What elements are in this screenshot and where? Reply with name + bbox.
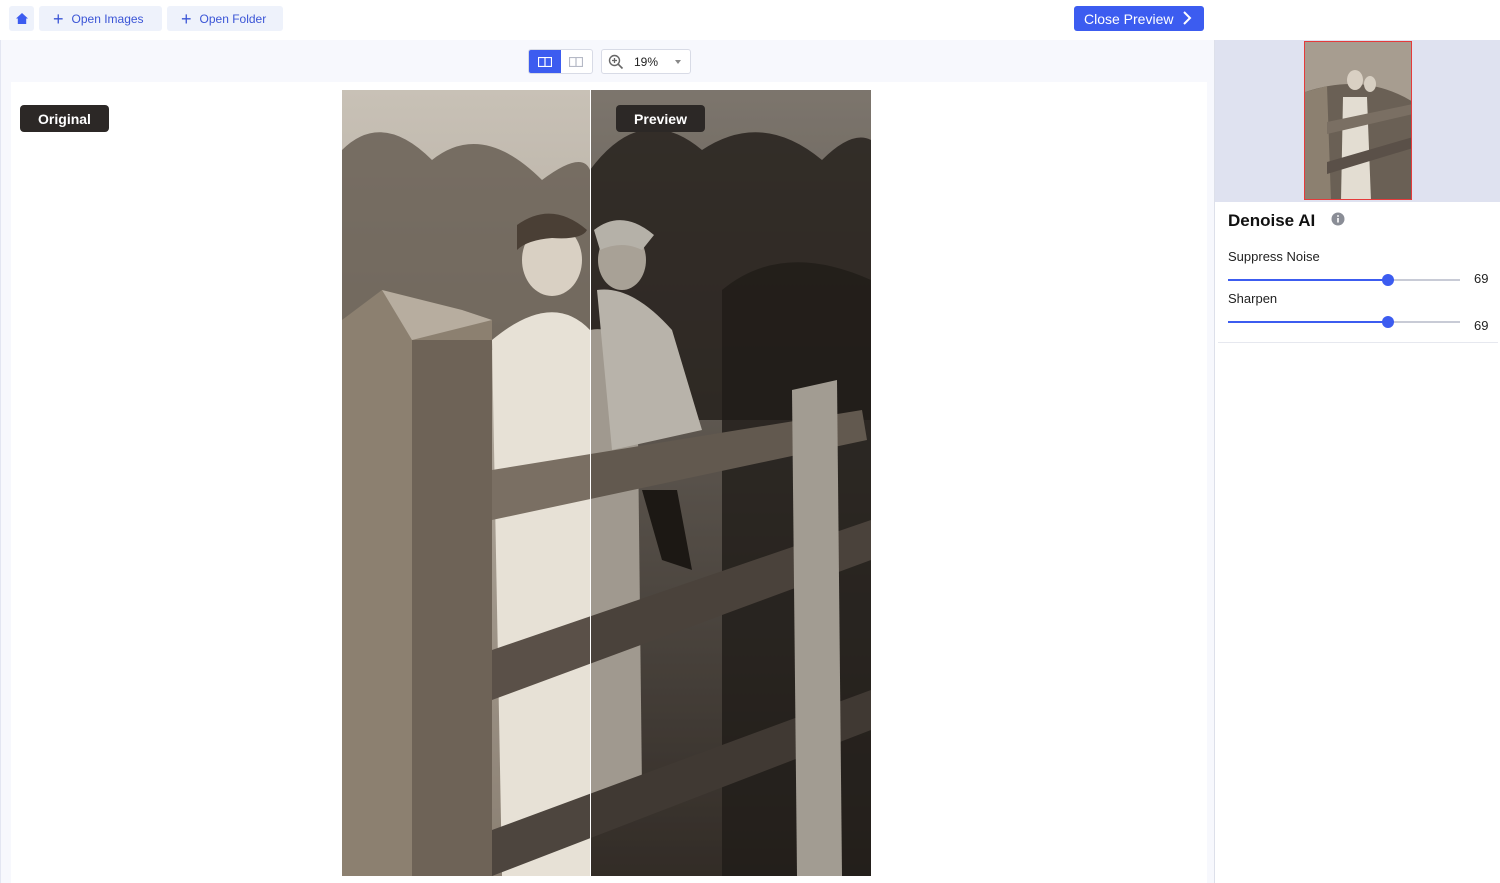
suppress-noise-value: 69 [1474, 271, 1489, 286]
open-images-button[interactable]: + Open Images [39, 6, 162, 31]
slider-handle[interactable] [1382, 274, 1395, 286]
close-preview-button[interactable]: Close Preview [1074, 6, 1204, 31]
suppress-noise-slider[interactable] [1228, 273, 1460, 287]
home-button[interactable] [9, 6, 34, 31]
top-toolbar: + Open Images + Open Folder Close Previe… [0, 0, 1500, 40]
image-thumbnail[interactable] [1304, 41, 1412, 200]
view-mode-toggle [528, 49, 593, 74]
side-by-side-button[interactable] [561, 50, 593, 73]
open-images-label: Open Images [71, 11, 144, 26]
slider-fill [1228, 321, 1389, 323]
sharpen-slider[interactable] [1228, 315, 1460, 329]
zoom-value: 19% [634, 54, 659, 69]
sharpen-label: Sharpen [1228, 291, 1278, 306]
comparison-image[interactable] [342, 90, 871, 876]
open-folder-button[interactable]: + Open Folder [167, 6, 283, 31]
thumbnail-area [1215, 40, 1500, 202]
original-label: Original [20, 105, 109, 132]
zoom-select[interactable]: 19% [601, 49, 691, 74]
sharpen-value: 69 [1474, 318, 1489, 333]
open-folder-label: Open Folder [199, 11, 267, 26]
panel-divider [1218, 342, 1498, 343]
split-view-button[interactable] [529, 50, 561, 73]
side-by-side-icon [569, 56, 584, 67]
slider-handle[interactable] [1382, 316, 1395, 328]
settings-panel: Denoise AI Suppress Noise 69 Sharpen 69 [1214, 40, 1500, 883]
split-view-icon [537, 56, 552, 67]
chevron-down-icon [675, 60, 681, 64]
preview-label: Preview [616, 105, 705, 132]
suppress-noise-label: Suppress Noise [1228, 249, 1320, 264]
panel-title: Denoise AI [1228, 211, 1316, 230]
close-preview-label: Close Preview [1084, 10, 1174, 27]
slider-fill [1228, 279, 1389, 281]
info-icon[interactable] [1331, 212, 1345, 226]
plus-icon: + [53, 8, 64, 29]
plus-icon: + [181, 8, 192, 29]
zoom-in-icon [608, 54, 624, 69]
home-icon [15, 13, 28, 24]
split-divider[interactable] [590, 90, 591, 876]
chevron-right-icon [1183, 11, 1192, 25]
